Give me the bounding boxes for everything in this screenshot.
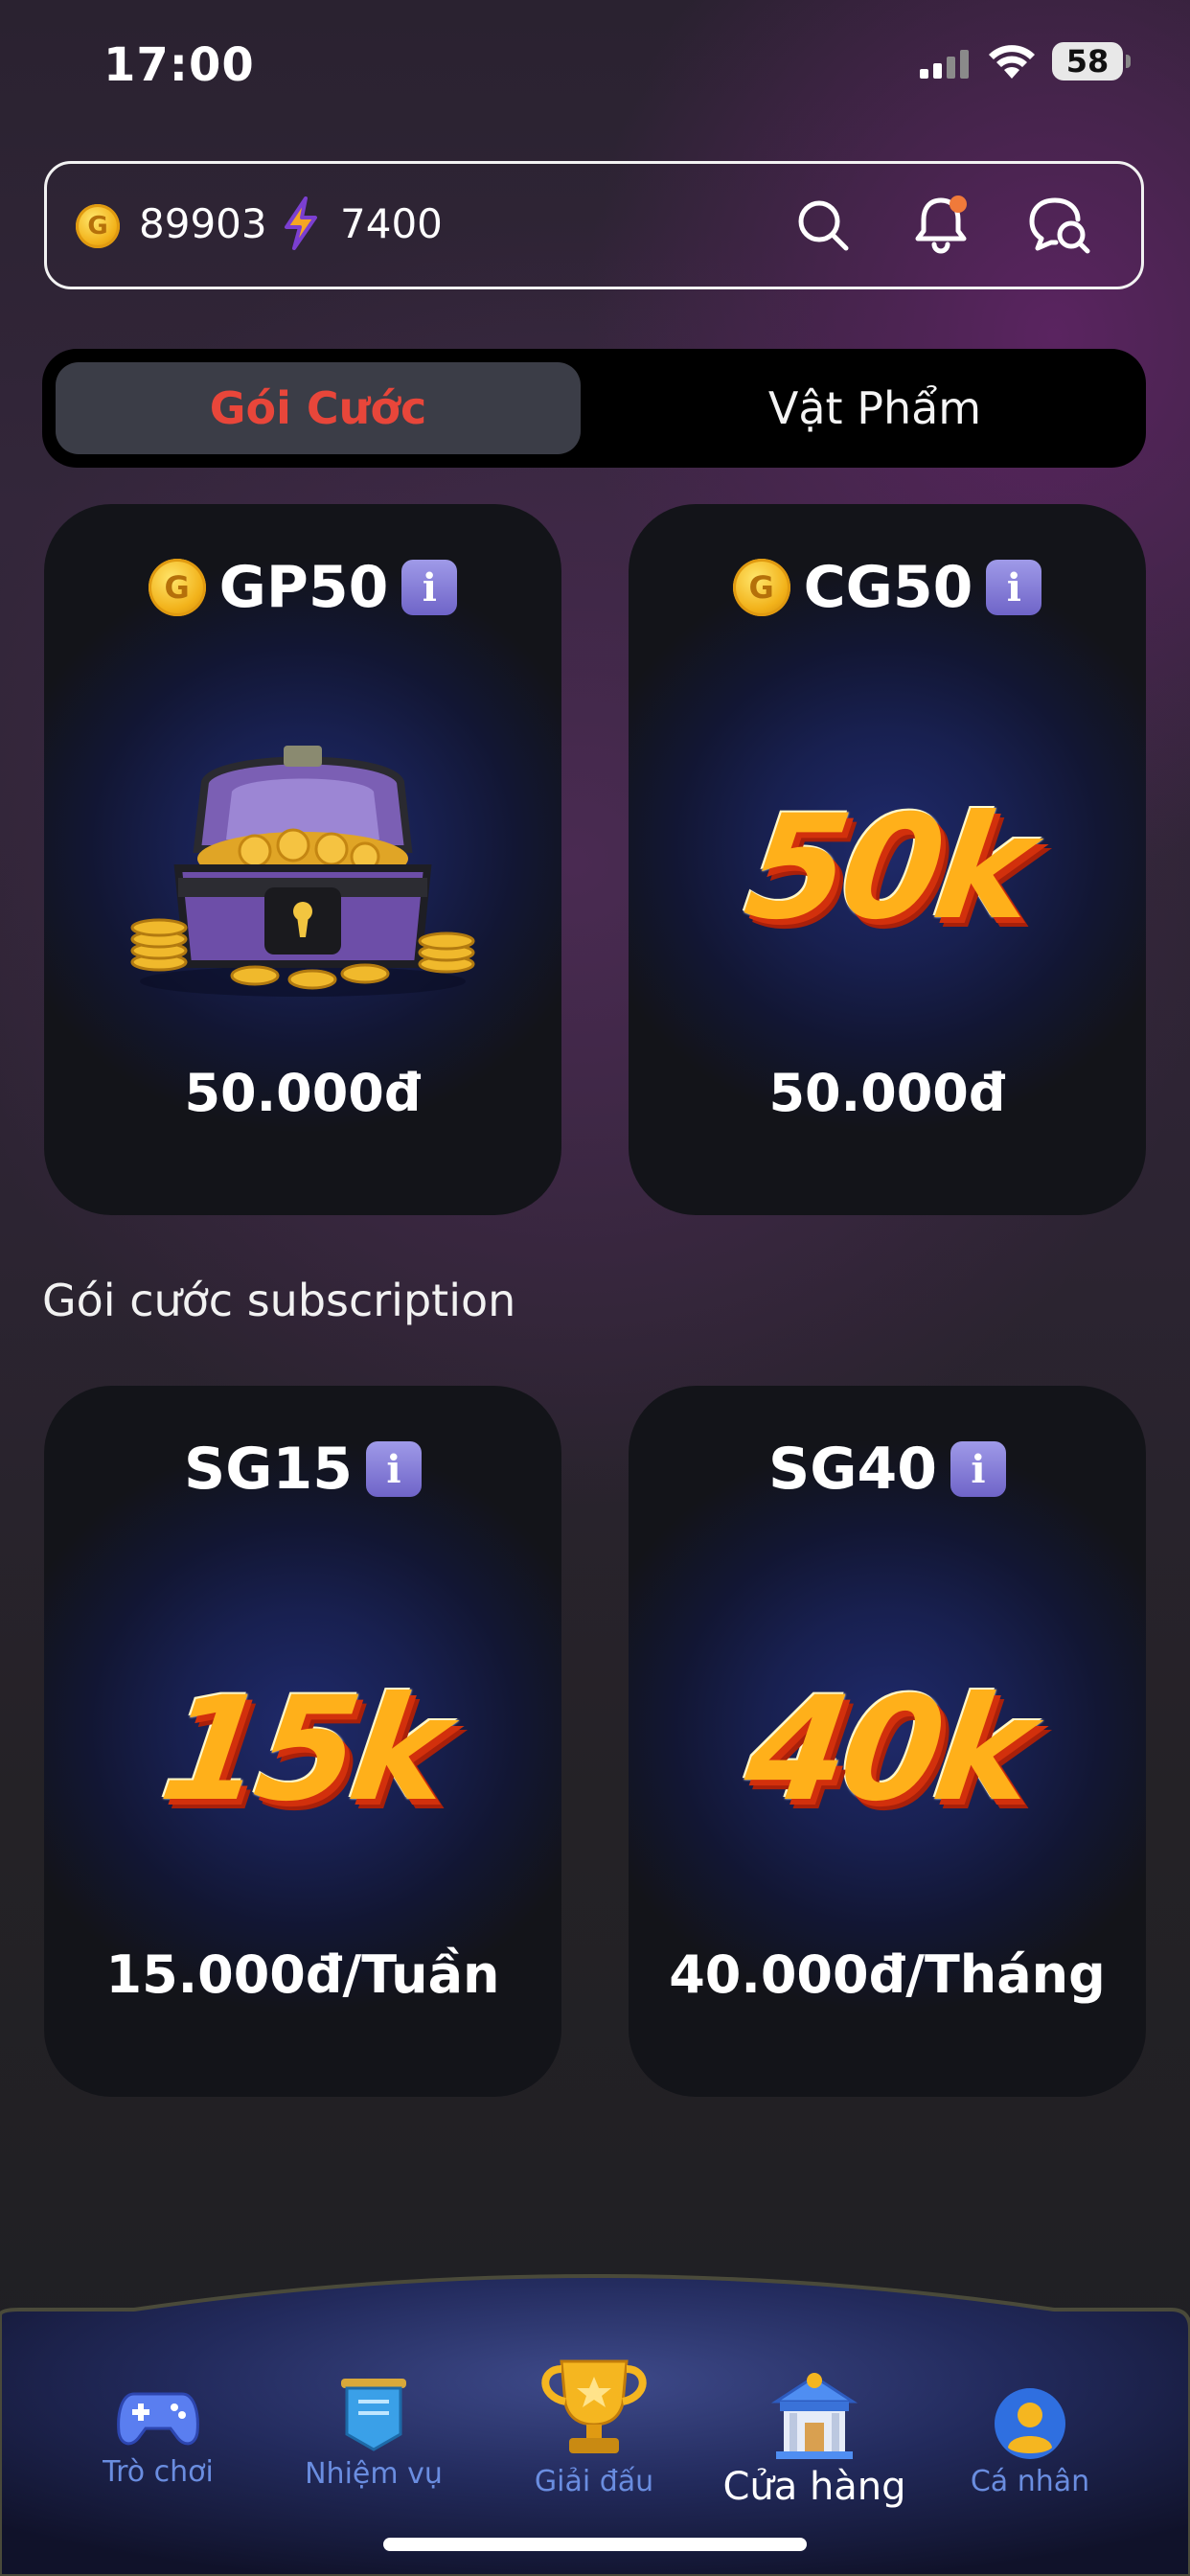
chat-search-icon[interactable] xyxy=(1026,195,1093,258)
nav-missions[interactable]: Nhiệm vụ xyxy=(292,2375,455,2491)
info-icon[interactable]: i xyxy=(401,560,458,615)
amount-art: 50k xyxy=(736,785,1039,952)
battery-indicator: 58 xyxy=(1052,42,1131,80)
cellular-signal-icon xyxy=(920,50,969,79)
package-code: SG40 xyxy=(768,1436,937,1503)
package-card-cg50[interactable]: G CG50 i 50k 50.000đ xyxy=(629,504,1146,1215)
gamepad-icon xyxy=(117,2392,199,2446)
wifi-icon xyxy=(989,45,1035,79)
package-card-sg40[interactable]: SG40 i 40k 40.000đ/Tháng xyxy=(629,1386,1146,2097)
energy-bolt-icon xyxy=(285,196,317,250)
package-card-sg15[interactable]: SG15 i 15k 15.000đ/Tuần xyxy=(44,1386,561,2097)
section-title: Gói cước subscription xyxy=(42,1275,516,1326)
nav-profile[interactable]: Cá nhân xyxy=(958,2386,1102,2498)
shop-tabs: Gói Cước Vật Phẩm xyxy=(42,349,1146,468)
home-indicator[interactable] xyxy=(383,2538,807,2551)
nav-label: Cá nhân xyxy=(970,2465,1090,2498)
info-icon[interactable]: i xyxy=(950,1441,1006,1497)
package-code: GP50 xyxy=(218,554,389,621)
search-icon[interactable] xyxy=(794,196,852,254)
package-code: SG15 xyxy=(184,1436,353,1503)
amount-art: 40k xyxy=(736,1667,1039,1833)
info-icon[interactable]: i xyxy=(365,1441,422,1497)
package-price: 40.000đ/Tháng xyxy=(669,1944,1106,2005)
coin-balance: 89903 xyxy=(139,200,267,247)
nav-store[interactable]: Cửa hàng xyxy=(719,2369,910,2509)
notification-bell-icon[interactable] xyxy=(909,193,973,256)
quest-banner-icon xyxy=(341,2379,406,2451)
nav-label: Cửa hàng xyxy=(722,2465,906,2509)
package-code: CG50 xyxy=(803,554,973,621)
store-icon xyxy=(770,2373,858,2459)
gold-coin-icon: G xyxy=(76,204,120,248)
energy-balance: 7400 xyxy=(340,200,443,247)
nav-label: Nhiệm vụ xyxy=(305,2457,443,2491)
nav-tournaments[interactable]: Giải đấu xyxy=(513,2354,675,2498)
treasure-chest-icon xyxy=(130,746,475,997)
tab-items[interactable]: Vật Phẩm xyxy=(617,362,1133,454)
tab-packages[interactable]: Gói Cước xyxy=(56,362,581,454)
package-price: 50.000đ xyxy=(768,1063,1006,1123)
nav-games[interactable]: Trò chơi xyxy=(77,2384,240,2489)
status-bar: 17:00 58 xyxy=(0,0,1190,125)
nav-label: Giải đấu xyxy=(534,2465,654,2498)
info-icon[interactable]: i xyxy=(986,560,1042,615)
gold-coin-icon: G xyxy=(732,559,790,616)
trophy-icon xyxy=(541,2359,647,2453)
currency-header: G 89903 7400 xyxy=(44,161,1144,289)
package-price: 15.000đ/Tuần xyxy=(105,1944,500,2005)
package-price: 50.000đ xyxy=(184,1063,422,1123)
package-card-gp50[interactable]: G GP50 i 50.000đ xyxy=(44,504,561,1215)
nav-label: Trò chơi xyxy=(103,2455,214,2489)
status-time: 17:00 xyxy=(103,38,255,92)
amount-art: 15k xyxy=(151,1667,454,1833)
profile-icon xyxy=(995,2388,1065,2459)
bottom-navigation: Trò chơi Nhiệm vụ Giải đấu Cửa hàng Cá n… xyxy=(0,2262,1190,2576)
gold-coin-icon: G xyxy=(148,559,206,616)
